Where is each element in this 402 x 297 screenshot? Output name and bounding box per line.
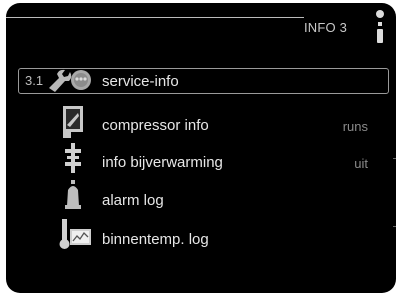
menu-item-value: uit (354, 156, 368, 171)
compressor-icon (63, 106, 83, 138)
menu-item-label: compressor info (102, 117, 209, 134)
thermometer-graph-icon (59, 219, 91, 249)
display-screen: INFO 3 3.1 service-info compressor info … (6, 3, 396, 293)
menu-item-info-bijverwarming[interactable]: info bijverwarming uit (6, 143, 396, 178)
thermometer-status-icon (376, 10, 384, 43)
wrench-icon (49, 69, 91, 92)
menu-item-label: binnentemp. log (102, 231, 209, 248)
menu-item-service-info[interactable]: 3.1 service-info (18, 68, 389, 94)
menu-item-value: runs (342, 119, 368, 134)
menu-item-alarm-log[interactable]: alarm log (6, 180, 396, 216)
page-title: INFO 3 (304, 20, 348, 35)
menu-number: 3.1 (25, 73, 44, 88)
menu-item-compressor-info[interactable]: compressor info runs (6, 106, 396, 141)
menu-item-binnentemp-log[interactable]: binnentemp. log (6, 219, 396, 255)
bell-icon (65, 180, 81, 209)
heater-icon (65, 143, 81, 173)
menu-item-label: info bijverwarming (102, 154, 223, 171)
header-divider (6, 17, 304, 18)
menu-item-label: alarm log (102, 192, 164, 209)
menu-item-label: service-info (102, 73, 179, 90)
